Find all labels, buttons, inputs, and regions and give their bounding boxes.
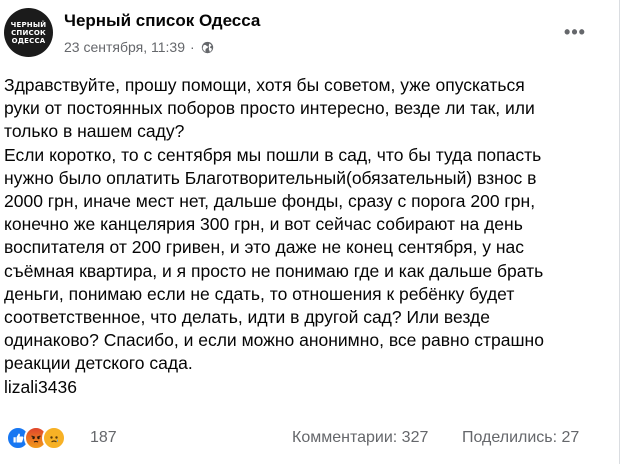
avatar[interactable]: ЧЕРНЫЙ СПИСОК ОДЕССА [4, 8, 53, 57]
post-timestamp[interactable]: 23 сентября, 11:39 [64, 39, 185, 55]
reaction-count[interactable]: 187 [90, 429, 117, 447]
post-body-text: Здравствуйте, прошу помощи, хотя бы сове… [4, 75, 544, 397]
post-card: ЧЕРНЫЙ СПИСОК ОДЕССА Черный список Одесс… [0, 0, 620, 464]
post-header: ЧЕРНЫЙ СПИСОК ОДЕССА Черный список Одесс… [0, 0, 620, 70]
more-options-icon[interactable]: ••• [560, 22, 590, 42]
globe-icon [201, 41, 214, 54]
avatar-text-line: ОДЕССА [11, 36, 46, 45]
avatar-text-line: СПИСОК [11, 28, 46, 37]
post-meta: 23 сентября, 11:39 · [64, 39, 214, 55]
page-name[interactable]: Черный список Одесса [64, 11, 260, 31]
comments-count[interactable]: Комментарии: 327 [292, 429, 428, 447]
avatar-text-line: ЧЕРНЫЙ [10, 20, 47, 29]
sad-icon [42, 426, 66, 450]
meta-separator: · [189, 39, 195, 55]
post-footer: 187 Комментарии: 327 Поделились: 27 [0, 422, 620, 454]
shares-count[interactable]: Поделились: 27 [462, 429, 579, 447]
reaction-icons[interactable] [6, 426, 66, 450]
